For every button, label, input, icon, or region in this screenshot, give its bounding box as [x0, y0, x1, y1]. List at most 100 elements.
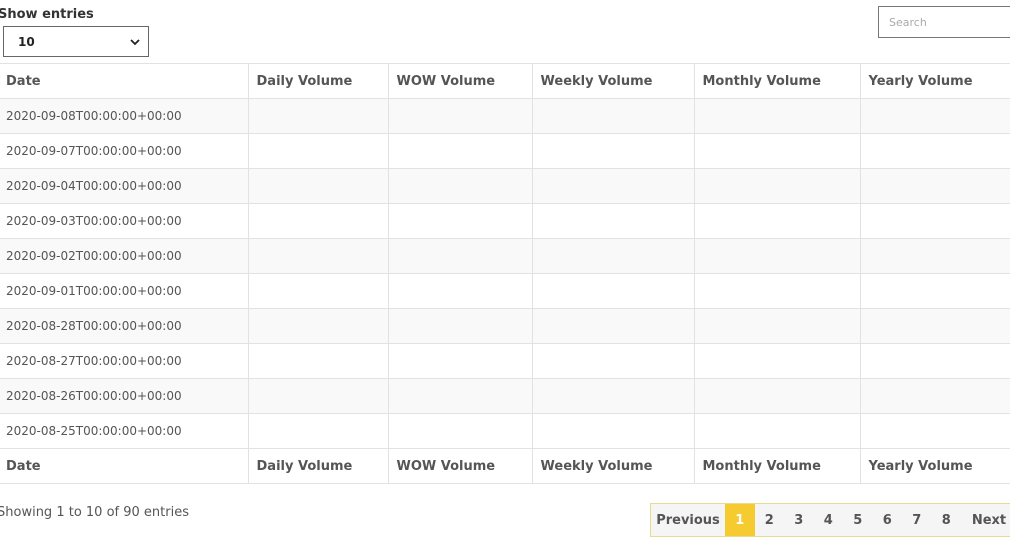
- table-info-text: Showing 1 to 10 of 90 entries: [0, 505, 189, 520]
- table-cell-daily: [247, 203, 389, 239]
- entries-per-page-select[interactable]: 10: [3, 26, 149, 57]
- chevron-down-icon: [130, 39, 140, 46]
- volume-table: Date Daily Volume WOW Volume Weekly Volu…: [0, 63, 1010, 484]
- table-cell-weekly: [531, 273, 695, 309]
- table-cell-date: 2020-09-01T00:00:00+00:00: [0, 273, 249, 309]
- table-cell-monthly: [693, 98, 861, 134]
- table-row: 2020-09-03T00:00:00+00:00: [0, 203, 1010, 239]
- footer-header-monthly-volume: Monthly Volume: [693, 448, 861, 484]
- table-row: 2020-09-07T00:00:00+00:00: [0, 133, 1010, 169]
- column-header-daily-volume[interactable]: Daily Volume: [247, 63, 389, 99]
- previous-page-button[interactable]: Previous: [651, 504, 725, 536]
- table-cell-monthly: [693, 203, 861, 239]
- page-button-4[interactable]: 4: [814, 504, 844, 536]
- table-cell-weekly: [531, 308, 695, 344]
- column-header-weekly-volume[interactable]: Weekly Volume: [531, 63, 695, 99]
- table-cell-daily: [247, 413, 389, 449]
- page-button-3[interactable]: 3: [784, 504, 814, 536]
- table-cell-wow: [387, 378, 533, 414]
- table-cell-weekly: [531, 343, 695, 379]
- table-header-row: Date Daily Volume WOW Volume Weekly Volu…: [0, 63, 1010, 99]
- table-cell-date: 2020-08-25T00:00:00+00:00: [0, 413, 249, 449]
- table-cell-date: 2020-09-07T00:00:00+00:00: [0, 133, 249, 169]
- column-header-yearly-volume[interactable]: Yearly Volume: [859, 63, 1010, 99]
- table-cell-yearly: [859, 308, 1010, 344]
- table-cell-daily: [247, 168, 389, 204]
- column-header-monthly-volume[interactable]: Monthly Volume: [693, 63, 861, 99]
- table-cell-date: 2020-08-28T00:00:00+00:00: [0, 308, 249, 344]
- table-cell-wow: [387, 168, 533, 204]
- table-row: 2020-09-02T00:00:00+00:00: [0, 238, 1010, 274]
- table-cell-daily: [247, 133, 389, 169]
- table-cell-date: 2020-09-08T00:00:00+00:00: [0, 98, 249, 134]
- table-cell-daily: [247, 273, 389, 309]
- table-cell-weekly: [531, 378, 695, 414]
- table-cell-wow: [387, 343, 533, 379]
- table-cell-daily: [247, 98, 389, 134]
- table-cell-daily: [247, 308, 389, 344]
- table-row: 2020-08-28T00:00:00+00:00: [0, 308, 1010, 344]
- table-cell-wow: [387, 308, 533, 344]
- page-button-7[interactable]: 7: [902, 504, 932, 536]
- table-cell-weekly: [531, 413, 695, 449]
- table-cell-weekly: [531, 133, 695, 169]
- search-input[interactable]: [878, 6, 1010, 38]
- table-cell-date: 2020-09-04T00:00:00+00:00: [0, 168, 249, 204]
- table-cell-yearly: [859, 273, 1010, 309]
- table-cell-yearly: [859, 133, 1010, 169]
- table-cell-yearly: [859, 168, 1010, 204]
- table-cell-daily: [247, 238, 389, 274]
- table-cell-monthly: [693, 168, 861, 204]
- footer-header-wow-volume: WOW Volume: [387, 448, 533, 484]
- table-row: 2020-09-08T00:00:00+00:00: [0, 98, 1010, 134]
- table-cell-date: 2020-08-26T00:00:00+00:00: [0, 378, 249, 414]
- column-header-date[interactable]: Date: [0, 63, 249, 99]
- show-entries-label: Show entries: [0, 7, 94, 22]
- table-cell-weekly: [531, 98, 695, 134]
- table-row: 2020-08-27T00:00:00+00:00: [0, 343, 1010, 379]
- table-row: 2020-08-25T00:00:00+00:00: [0, 413, 1010, 449]
- footer-header-daily-volume: Daily Volume: [247, 448, 389, 484]
- footer-header-date: Date: [0, 448, 249, 484]
- column-header-wow-volume[interactable]: WOW Volume: [387, 63, 533, 99]
- table-cell-monthly: [693, 133, 861, 169]
- footer-header-weekly-volume: Weekly Volume: [531, 448, 695, 484]
- footer-header-yearly-volume: Yearly Volume: [859, 448, 1010, 484]
- table-cell-monthly: [693, 343, 861, 379]
- table-cell-wow: [387, 203, 533, 239]
- table-cell-yearly: [859, 98, 1010, 134]
- page-button-1[interactable]: 1: [725, 504, 755, 536]
- table-cell-date: 2020-09-02T00:00:00+00:00: [0, 238, 249, 274]
- table-cell-monthly: [693, 378, 861, 414]
- table-cell-daily: [247, 343, 389, 379]
- next-page-button[interactable]: Next: [961, 504, 1010, 536]
- table-row: 2020-09-01T00:00:00+00:00: [0, 273, 1010, 309]
- table-row: 2020-09-04T00:00:00+00:00: [0, 168, 1010, 204]
- table-cell-wow: [387, 133, 533, 169]
- table-cell-monthly: [693, 413, 861, 449]
- page-button-6[interactable]: 6: [873, 504, 903, 536]
- table-cell-weekly: [531, 168, 695, 204]
- table-cell-date: 2020-09-03T00:00:00+00:00: [0, 203, 249, 239]
- table-cell-yearly: [859, 413, 1010, 449]
- page-button-2[interactable]: 2: [755, 504, 785, 536]
- table-cell-daily: [247, 378, 389, 414]
- page-button-5[interactable]: 5: [843, 504, 873, 536]
- table-cell-yearly: [859, 203, 1010, 239]
- pagination: Previous 1 2 3 4 5 6 7 8 Next: [650, 503, 1010, 537]
- table-row: 2020-08-26T00:00:00+00:00: [0, 378, 1010, 414]
- table-cell-monthly: [693, 273, 861, 309]
- table-cell-yearly: [859, 378, 1010, 414]
- table-cell-wow: [387, 413, 533, 449]
- table-cell-wow: [387, 273, 533, 309]
- table-cell-monthly: [693, 238, 861, 274]
- table-cell-yearly: [859, 238, 1010, 274]
- table-footer-row: Date Daily Volume WOW Volume Weekly Volu…: [0, 448, 1010, 484]
- table-cell-wow: [387, 98, 533, 134]
- page-button-8[interactable]: 8: [932, 504, 962, 536]
- table-cell-wow: [387, 238, 533, 274]
- table-cell-monthly: [693, 308, 861, 344]
- table-cell-yearly: [859, 343, 1010, 379]
- table-cell-weekly: [531, 238, 695, 274]
- table-cell-date: 2020-08-27T00:00:00+00:00: [0, 343, 249, 379]
